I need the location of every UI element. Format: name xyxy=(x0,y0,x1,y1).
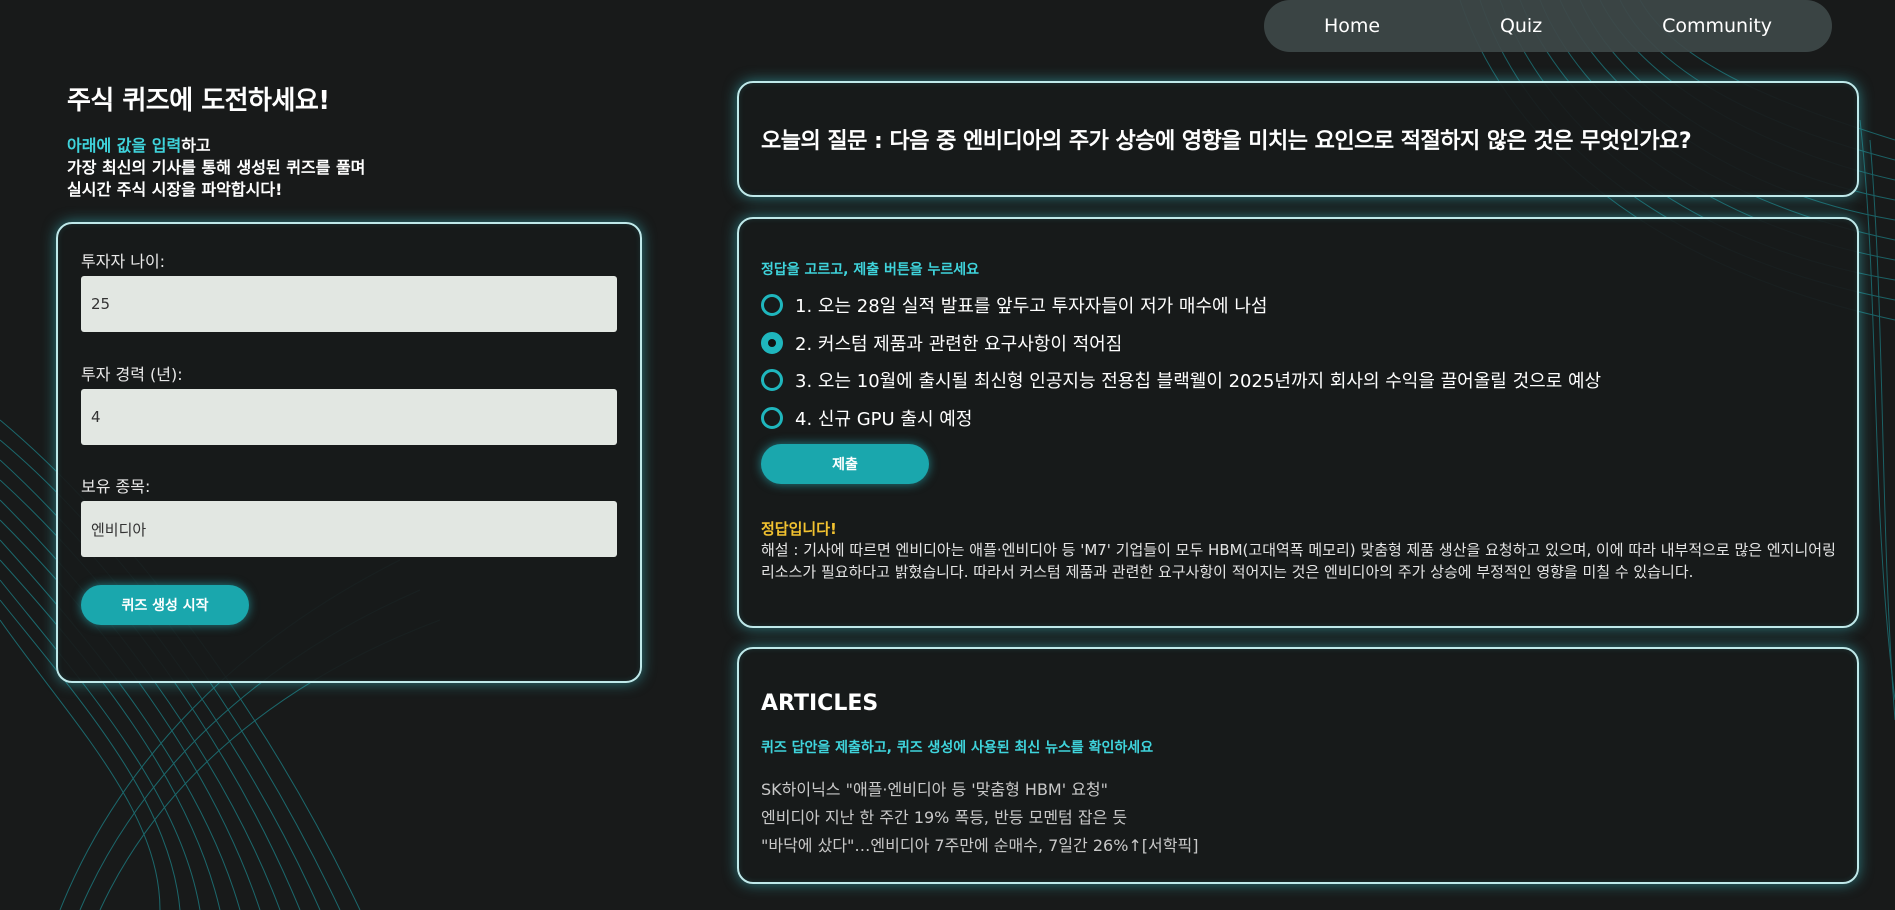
generate-quiz-button[interactable]: 퀴즈 생성 시작 xyxy=(81,585,249,625)
age-label: 투자자 나이: xyxy=(81,252,166,271)
answer-option-label: 4. 신규 GPU 출시 예정 xyxy=(795,409,973,430)
nav-quiz[interactable]: Quiz xyxy=(1486,11,1556,41)
answer-option-label: 1. 오는 28일 실적 발표를 앞두고 투자자들이 저가 매수에 나섬 xyxy=(795,296,1268,317)
articles-panel: ARTICLES 퀴즈 답안을 제출하고, 퀴즈 생성에 사용된 최신 뉴스를 … xyxy=(737,647,1859,884)
holding-label: 보유 종목: xyxy=(81,477,151,496)
intro-accent: 아래에 값을 입력 xyxy=(67,136,182,155)
answer-option-1[interactable]: 1. 오는 28일 실적 발표를 앞두고 투자자들이 저가 매수에 나섬 xyxy=(761,290,1267,320)
radio-option-2[interactable] xyxy=(761,332,783,354)
answer-option-3[interactable]: 3. 오는 10월에 출시될 최신형 인공지능 전용칩 블랙웰이 2025년까지… xyxy=(761,365,1601,395)
nav-home[interactable]: Home xyxy=(1310,11,1394,41)
answer-panel: 정답을 고르고, 제출 버튼을 누르세요 1. 오는 28일 실적 발표를 앞두… xyxy=(737,217,1859,628)
answer-option-label: 3. 오는 10월에 출시될 최신형 인공지능 전용칩 블랙웰이 2025년까지… xyxy=(795,371,1602,392)
article-link[interactable]: "바닥에 샀다"…엔비디아 7주만에 순매수, 7일간 26%↑[서학픽] xyxy=(761,832,1198,856)
investor-form: 투자자 나이: 투자 경력 (년): 보유 종목: 퀴즈 생성 시작 xyxy=(56,222,642,683)
page-title: 주식 퀴즈에 도전하세요! xyxy=(67,86,330,116)
radio-option-3[interactable] xyxy=(761,369,783,391)
age-input[interactable] xyxy=(81,276,617,332)
answer-option-4[interactable]: 4. 신규 GPU 출시 예정 xyxy=(761,403,972,433)
holding-input[interactable] xyxy=(81,501,617,557)
radio-option-1[interactable] xyxy=(761,294,783,316)
radio-option-4[interactable] xyxy=(761,407,783,429)
intro-line-2: 가장 최신의 기사를 통해 생성된 퀴즈를 풀며 xyxy=(67,158,366,177)
result-label: 정답입니다! xyxy=(761,520,837,538)
top-nav: Home Quiz Community xyxy=(1264,0,1832,52)
answer-option-label: 2. 커스텀 제품과 관련한 요구사항이 적어짐 xyxy=(795,334,1123,355)
explanation-text: 해설 : 기사에 따르면 엔비디아는 애플·엔비디아 등 'M7' 기업들이 모… xyxy=(761,541,1836,581)
intro-line-3: 실시간 주식 시장을 파악합시다! xyxy=(67,180,283,199)
experience-label: 투자 경력 (년): xyxy=(81,365,183,384)
answer-option-2[interactable]: 2. 커스텀 제품과 관련한 요구사항이 적어짐 xyxy=(761,328,1122,358)
submit-button[interactable]: 제출 xyxy=(761,444,929,484)
article-link[interactable]: SK하이닉스 "애플·엔비디아 등 '맞춤형 HBM' 요청" xyxy=(761,776,1108,800)
answer-instruction: 정답을 고르고, 제출 버튼을 누르세요 xyxy=(761,262,980,278)
question-panel: 오늘의 질문 : 다음 중 엔비디아의 주가 상승에 영향을 미치는 요인으로 … xyxy=(737,81,1859,197)
intro-rest: 하고 xyxy=(181,136,211,155)
experience-input[interactable] xyxy=(81,389,617,445)
article-link[interactable]: 엔비디아 지난 한 주간 19% 폭등, 반등 모멘텀 잡은 듯 xyxy=(761,804,1127,828)
intro-text: 아래에 값을 입력하고 가장 최신의 기사를 통해 생성된 퀴즈를 풀며 실시간… xyxy=(67,135,365,201)
articles-subtitle: 퀴즈 답안을 제출하고, 퀴즈 생성에 사용된 최신 뉴스를 확인하세요 xyxy=(761,740,1154,756)
question-text: 오늘의 질문 : 다음 중 엔비디아의 주가 상승에 영향을 미치는 요인으로 … xyxy=(761,129,1692,154)
nav-community[interactable]: Community xyxy=(1648,11,1786,41)
articles-title: ARTICLES xyxy=(761,691,879,716)
